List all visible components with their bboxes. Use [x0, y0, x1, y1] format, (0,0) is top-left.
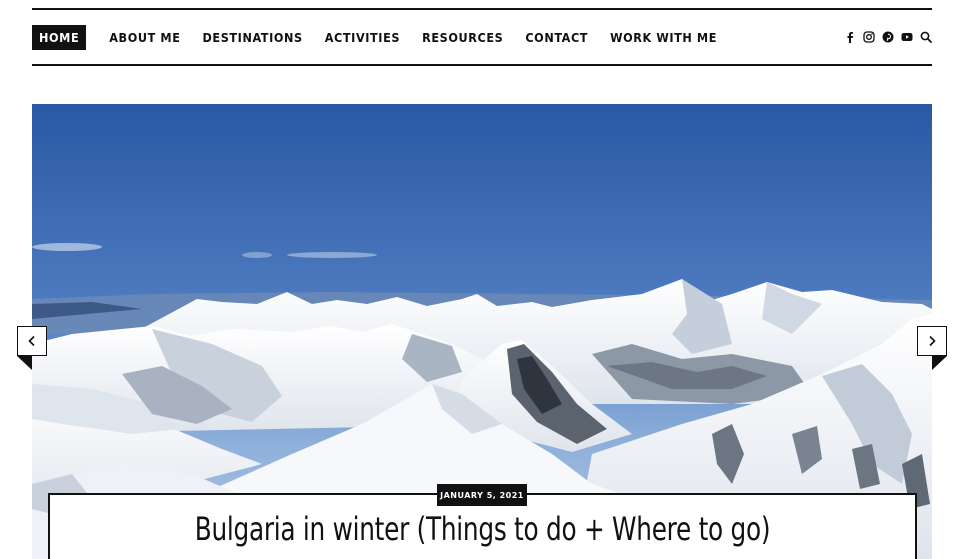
- pinterest-icon[interactable]: [882, 31, 894, 43]
- nav-menu: HOME ABOUT ME DESTINATIONS ACTIVITIES RE…: [32, 10, 739, 64]
- nav-item-activities[interactable]: ACTIVITIES: [325, 30, 400, 45]
- nav-item-about-me[interactable]: ABOUT ME: [109, 30, 180, 45]
- social-icons: [844, 31, 932, 43]
- instagram-icon[interactable]: [863, 31, 875, 43]
- slider-next-tail: [932, 356, 947, 370]
- nav-item-contact[interactable]: CONTACT: [525, 30, 588, 45]
- youtube-icon[interactable]: [901, 31, 913, 43]
- slider-prev-tail: [17, 356, 32, 370]
- nav-item-home[interactable]: HOME: [32, 24, 87, 50]
- chevron-left-icon: [28, 335, 35, 347]
- chevron-right-icon: [929, 335, 936, 347]
- post-date-badge: JANUARY 5, 2021: [437, 484, 527, 506]
- nav-item-resources[interactable]: RESOURCES: [422, 30, 503, 45]
- search-icon[interactable]: [920, 31, 932, 43]
- main-navigation: HOME ABOUT ME DESTINATIONS ACTIVITIES RE…: [32, 8, 932, 66]
- facebook-icon[interactable]: [844, 31, 856, 43]
- nav-item-destinations[interactable]: DESTINATIONS: [202, 30, 302, 45]
- slider-next-button[interactable]: [917, 326, 947, 356]
- post-title[interactable]: Bulgaria in winter (Things to do + Where…: [109, 510, 856, 548]
- slider-prev-button[interactable]: [17, 326, 47, 356]
- nav-item-work-with-me[interactable]: WORK WITH ME: [610, 30, 717, 45]
